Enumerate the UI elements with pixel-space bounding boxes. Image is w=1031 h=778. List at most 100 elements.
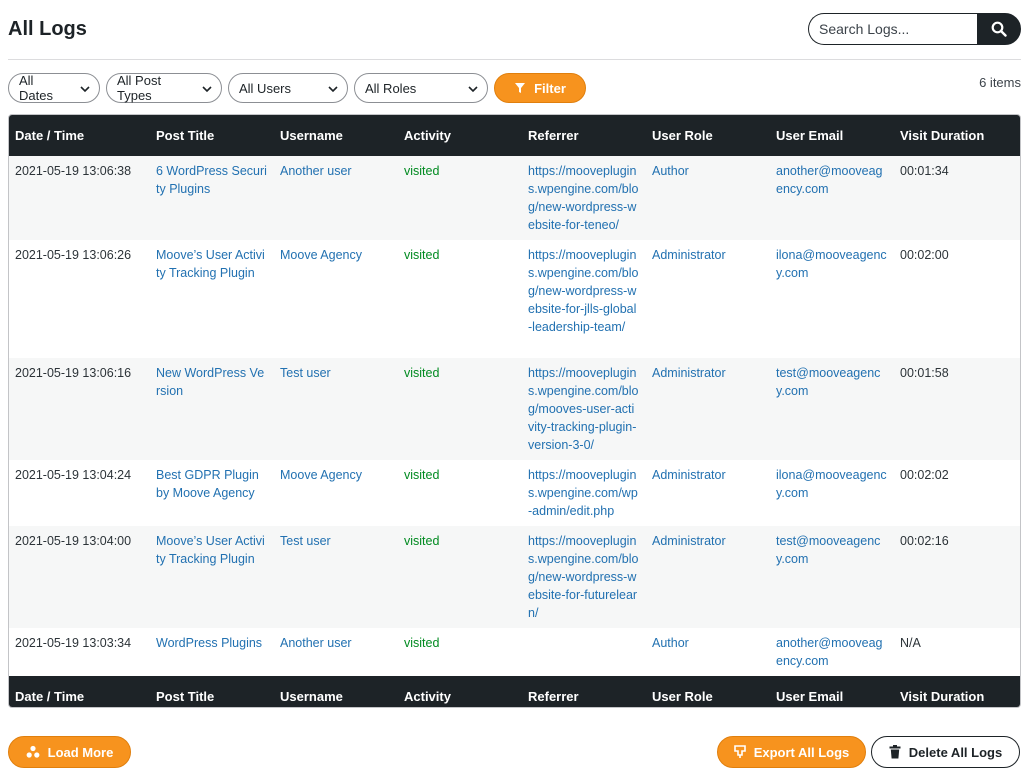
table-row: 2021-05-19 13:06:16 New WordPress Versio… [9,358,1020,460]
users-select-value: All Users [239,80,292,96]
header-divider [8,59,1021,60]
cell-referrer[interactable]: https://mooveplugins.wpengine.com/blog/n… [528,248,638,334]
table-row: 2021-05-19 13:06:26 Moove’s User Activit… [9,240,1020,358]
post-types-select-value: All Post Types [117,73,162,103]
cell-role[interactable]: Administrator [652,534,726,548]
cell-role[interactable]: Administrator [652,366,726,380]
load-more-button[interactable]: Load More [8,736,131,768]
cell-referrer[interactable]: https://mooveplugins.wpengine.com/blog/m… [528,366,638,452]
search-input[interactable] [808,13,977,45]
filter-button[interactable]: Filter [494,73,586,103]
column-footer[interactable]: User Role [646,676,770,707]
cell-duration: N/A [900,636,921,650]
column-header[interactable]: Referrer [522,115,646,156]
cell-datetime: 2021-05-19 13:04:24 [15,468,132,482]
circles-icon [26,745,40,758]
cell-duration: 00:02:16 [900,534,949,548]
cell-email[interactable]: test@mooveagency.com [776,534,880,566]
cell-post-title[interactable]: Best GDPR Plugin by Moove Agency [156,468,259,500]
table-row: 2021-05-19 13:06:38 6 WordPress Security… [9,156,1020,240]
cell-activity: visited [404,468,440,482]
cell-duration: 00:01:34 [900,164,949,178]
cell-activity: visited [404,534,440,548]
cell-activity: visited [404,248,440,262]
export-all-logs-button[interactable]: Export All Logs [717,736,866,768]
column-header[interactable]: Username [274,115,398,156]
column-footer[interactable]: Activity [398,676,522,707]
cell-post-title[interactable]: Moove’s User Activity Tracking Plugin [156,534,265,566]
search-box [808,13,1021,45]
table-header-row: Date / Time Post Title Username Activity… [9,115,1020,156]
cell-activity: visited [404,164,440,178]
cell-role[interactable]: Administrator [652,468,726,482]
trash-icon [889,745,901,759]
column-footer[interactable]: Visit Duration [894,676,1020,707]
column-header[interactable]: Activity [398,115,522,156]
dates-select-value: All Dates [19,73,53,103]
export-all-logs-label: Export All Logs [753,744,850,760]
cell-datetime: 2021-05-19 13:06:38 [15,164,132,178]
delete-all-logs-label: Delete All Logs [908,744,1003,760]
cell-email[interactable]: another@mooveagency.com [776,636,883,668]
page-title: All Logs [8,18,87,40]
cell-datetime: 2021-05-19 13:03:34 [15,636,132,650]
cell-email[interactable]: ilona@mooveagency.com [776,468,887,500]
column-footer[interactable]: User Email [770,676,894,707]
cell-duration: 00:02:00 [900,248,949,262]
items-count: 6 items [979,75,1021,90]
column-footer[interactable]: Date / Time [9,676,150,707]
chevron-down-icon [328,86,338,93]
cell-referrer[interactable]: https://mooveplugins.wpengine.com/blog/n… [528,534,638,620]
cell-referrer[interactable]: https://mooveplugins.wpengine.com/wp-adm… [528,468,638,518]
roles-select[interactable]: All Roles [354,73,488,103]
cell-activity: visited [404,366,440,380]
cell-username[interactable]: Another user [280,636,352,650]
cell-username[interactable]: Moove Agency [280,468,362,482]
column-header[interactable]: Post Title [150,115,274,156]
column-header[interactable]: Date / Time [9,115,150,156]
cell-role[interactable]: Administrator [652,248,726,262]
column-footer[interactable]: Username [274,676,398,707]
column-header[interactable]: User Role [646,115,770,156]
users-select[interactable]: All Users [228,73,348,103]
chevron-down-icon [468,86,478,93]
dates-select[interactable]: All Dates [8,73,100,103]
filter-bar: All Dates All Post Types All Users All R… [8,73,586,103]
cell-username[interactable]: Test user [280,534,331,548]
post-types-select[interactable]: All Post Types [106,73,222,103]
cell-username[interactable]: Another user [280,164,352,178]
table-row: 2021-05-19 13:04:24 Best GDPR Plugin by … [9,460,1020,526]
cell-role[interactable]: Author [652,164,689,178]
search-icon [991,21,1007,37]
cell-role[interactable]: Author [652,636,689,650]
column-header[interactable]: User Email [770,115,894,156]
column-header[interactable]: Visit Duration [894,115,1020,156]
cell-datetime: 2021-05-19 13:06:16 [15,366,132,380]
export-icon [733,745,746,758]
cell-email[interactable]: test@mooveagency.com [776,366,880,398]
chevron-down-icon [80,86,90,93]
cell-post-title[interactable]: Moove’s User Activity Tracking Plugin [156,248,265,280]
cell-referrer[interactable]: https://mooveplugins.wpengine.com/blog/n… [528,164,638,232]
chevron-down-icon [202,86,212,93]
table-footer-row: Date / Time Post Title Username Activity… [9,676,1020,707]
cell-email[interactable]: ilona@mooveagency.com [776,248,887,280]
cell-duration: 00:02:02 [900,468,949,482]
column-footer[interactable]: Referrer [522,676,646,707]
roles-select-value: All Roles [365,80,417,96]
logs-table: Date / Time Post Title Username Activity… [8,114,1021,708]
delete-all-logs-button[interactable]: Delete All Logs [871,736,1020,768]
table-row: 2021-05-19 13:03:34 WordPress Plugins An… [9,628,1020,676]
cell-post-title[interactable]: New WordPress Version [156,366,264,398]
column-footer[interactable]: Post Title [150,676,274,707]
cell-activity: visited [404,636,440,650]
load-more-label: Load More [47,744,114,760]
funnel-icon [515,83,526,93]
cell-username[interactable]: Test user [280,366,331,380]
search-button[interactable] [977,13,1021,45]
cell-email[interactable]: another@mooveagency.com [776,164,883,196]
cell-duration: 00:01:58 [900,366,949,380]
cell-username[interactable]: Moove Agency [280,248,362,262]
cell-post-title[interactable]: WordPress Plugins [156,636,262,650]
cell-post-title[interactable]: 6 WordPress Security Plugins [156,164,267,196]
